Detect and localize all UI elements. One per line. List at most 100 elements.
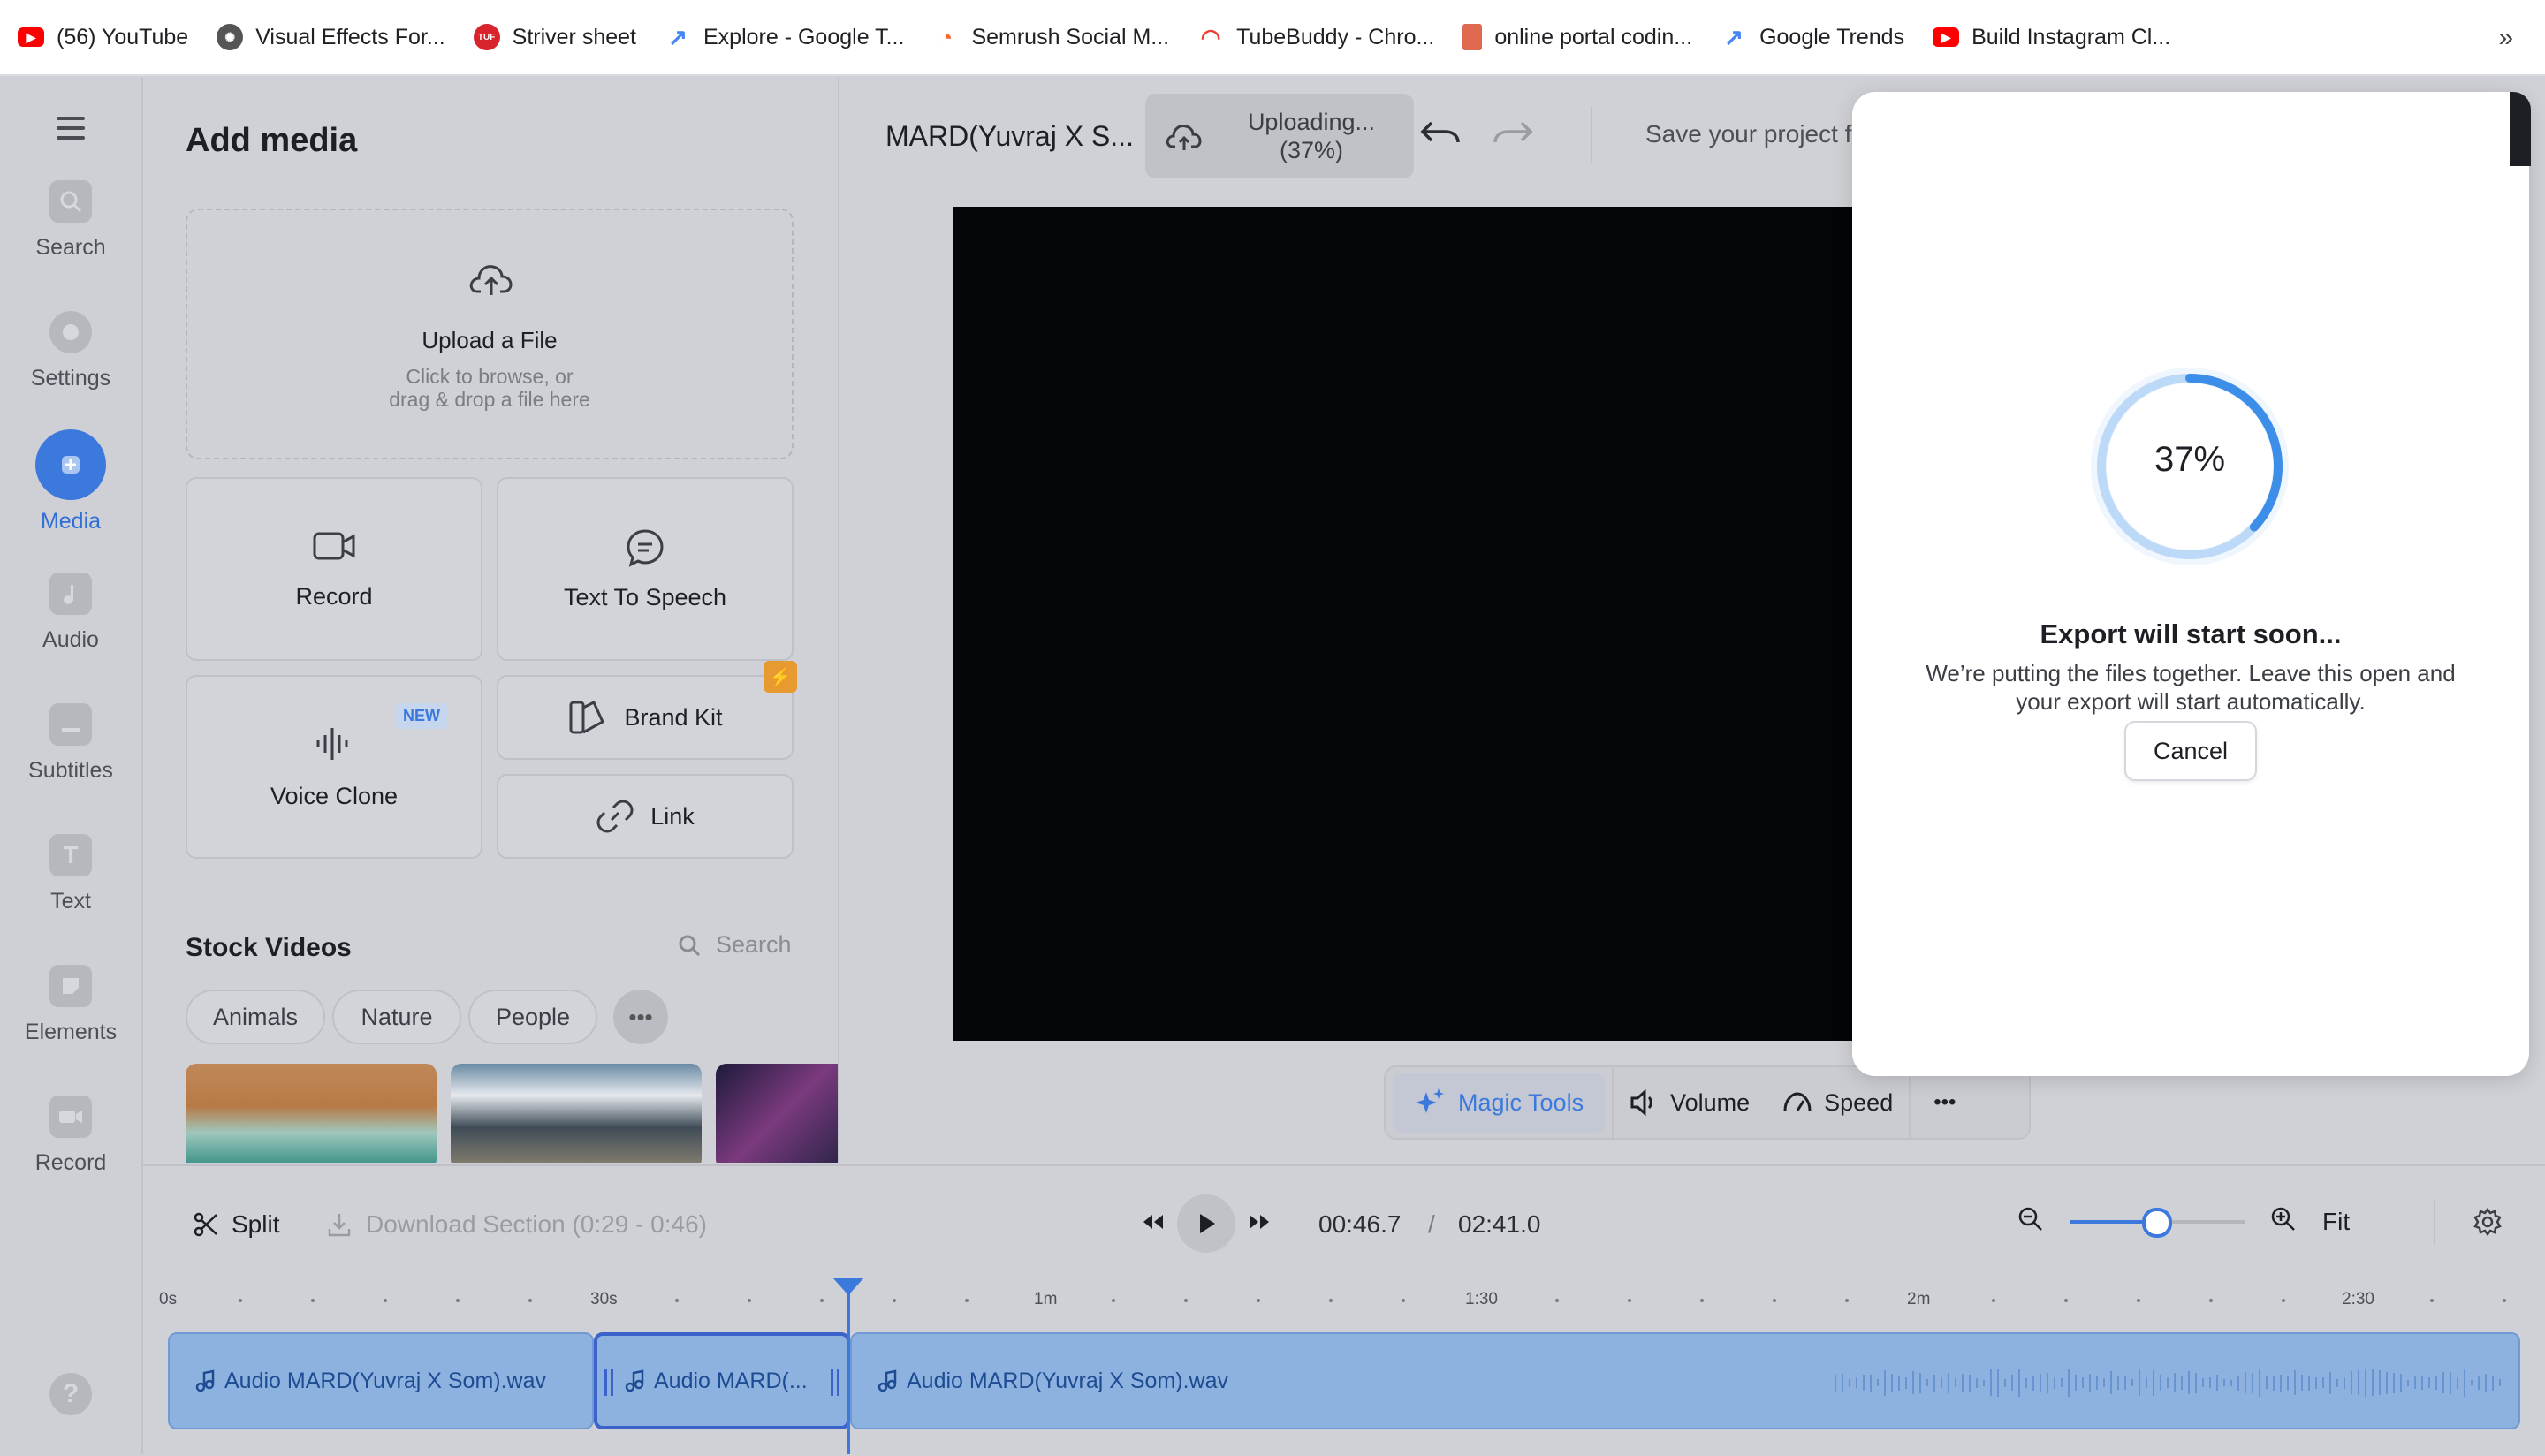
rewind-icon[interactable] <box>1140 1212 1166 1236</box>
record-card[interactable]: Record <box>186 477 482 661</box>
waveform-bar <box>2308 1375 2310 1391</box>
waveform-bar <box>2442 1372 2444 1393</box>
tuf-icon: TUF <box>473 24 500 50</box>
zoom-slider[interactable] <box>2070 1207 2245 1238</box>
chevron-double-right-icon[interactable]: » <box>2498 23 2513 53</box>
waveform-bar <box>2287 1375 2289 1391</box>
waveform-bar <box>1933 1374 1935 1392</box>
audio-clip[interactable]: Audio MARD(Yuvraj X Som).wav <box>850 1332 2520 1429</box>
more-options-icon[interactable]: ••• <box>1911 1073 1979 1133</box>
waveform-bar <box>1842 1373 1843 1392</box>
waveform-bar <box>2167 1377 2169 1388</box>
save-project-link[interactable]: Save your project f <box>1645 120 1851 148</box>
help-button[interactable]: ? <box>49 1373 92 1415</box>
undo-icon[interactable] <box>1419 113 1462 157</box>
stock-video-thumbnail[interactable] <box>451 1064 702 1163</box>
waveform-bar <box>1990 1369 1992 1396</box>
bookmark-youtube[interactable]: ▶ (56) YouTube <box>18 25 188 50</box>
chip-animals[interactable]: Animals <box>186 990 325 1044</box>
waveform-bar <box>2252 1372 2253 1393</box>
timeline-ruler[interactable]: 0s 30s 1m 1:30 2m 2:30 <box>143 1290 2545 1325</box>
play-button[interactable] <box>1177 1194 1235 1253</box>
waveform-bar <box>1835 1374 1836 1392</box>
cloud-upload-icon <box>469 265 513 295</box>
brand-kit-card[interactable]: ⚡ Brand Kit <box>497 661 797 760</box>
sidebar-item-settings[interactable]: Settings <box>0 311 141 391</box>
trends-icon: ↗ <box>1724 23 1744 50</box>
stock-video-thumbnail[interactable] <box>186 1064 437 1163</box>
cancel-button[interactable]: Cancel <box>2124 721 2257 781</box>
stock-search[interactable]: Search <box>677 931 792 959</box>
music-note-icon <box>195 1369 215 1392</box>
waveform-bar <box>2047 1372 2048 1393</box>
zoom-controls: Fit <box>2017 1205 2350 1238</box>
more-icon[interactable]: ••• <box>613 990 668 1044</box>
total-time: 02:41.0 <box>1458 1210 1541 1238</box>
bookmark-build-instagram[interactable]: ▶ Build Instagram Cl... <box>1933 25 2170 50</box>
upload-dropzone[interactable]: Upload a File Click to browse, or drag &… <box>186 209 794 459</box>
bookmark-striver-sheet[interactable]: TUF Striver sheet <box>473 24 636 50</box>
waveform-bar <box>2230 1379 2232 1386</box>
gear-icon[interactable] <box>2473 1207 2503 1241</box>
bookmark-google-trends[interactable]: ↗ Google Trends <box>1721 24 1904 50</box>
bookmark-google-trends-explore[interactable]: ↗ Explore - Google T... <box>665 24 904 50</box>
bookmark-online-portal[interactable]: online portal codin... <box>1462 24 1692 50</box>
download-section-button[interactable]: Download Section (0:29 - 0:46) <box>327 1210 707 1239</box>
subtitles-icon <box>49 703 92 746</box>
sidebar-item-media[interactable]: Media <box>0 429 141 535</box>
audio-clip[interactable]: Audio MARD(Yuvraj X Som).wav <box>168 1332 594 1429</box>
split-button[interactable]: Split <box>193 1210 279 1239</box>
waveform-bar <box>2435 1376 2437 1390</box>
trim-handle-left[interactable] <box>604 1369 613 1396</box>
video-preview[interactable] <box>953 207 1854 1041</box>
zoom-out-icon[interactable] <box>2017 1205 2045 1238</box>
zoom-slider-knob[interactable] <box>2142 1207 2172 1238</box>
project-name[interactable]: MARD(Yuvraj X S... <box>885 120 1134 153</box>
brand-kit-icon <box>569 700 605 734</box>
waveform-bar <box>1891 1373 1893 1392</box>
sidebar-item-subtitles[interactable]: Subtitles <box>0 703 141 784</box>
sidebar-item-elements[interactable]: Elements <box>0 965 141 1045</box>
redo-icon[interactable] <box>1492 113 1534 157</box>
audio-clip-selected[interactable]: Audio MARD(... <box>594 1332 850 1429</box>
zoom-in-icon[interactable] <box>2269 1205 2298 1238</box>
bookmark-semrush[interactable]: ◔ Semrush Social M... <box>932 23 1170 50</box>
magic-tools-button[interactable]: Magic Tools <box>1393 1073 1606 1133</box>
chip-people[interactable]: People <box>468 990 597 1044</box>
waveform-bar <box>1856 1377 1857 1388</box>
playhead[interactable] <box>847 1278 850 1454</box>
semrush-icon: ◔ <box>938 23 953 50</box>
stock-video-thumbnail[interactable] <box>716 1064 838 1163</box>
waveform-bar <box>1983 1379 1985 1386</box>
sidebar-item-search[interactable]: Search <box>0 180 141 261</box>
waveform-bar <box>2011 1375 2013 1391</box>
fit-button[interactable]: Fit <box>2322 1208 2350 1236</box>
fast-forward-icon[interactable] <box>1246 1212 1272 1236</box>
voice-clone-card[interactable]: NEW Voice Clone <box>186 675 482 859</box>
sidebar-item-record[interactable]: Record <box>0 1096 141 1176</box>
waveform-bar <box>2485 1373 2487 1392</box>
waveform-bar <box>2315 1376 2317 1389</box>
waveform-bar <box>2414 1376 2416 1389</box>
sidebar-item-audio[interactable]: Audio <box>0 573 141 653</box>
waveform-bar <box>2054 1376 2055 1389</box>
volume-button[interactable]: Volume <box>1614 1073 1766 1133</box>
export-description: We’re putting the files together. Leave … <box>1926 660 2456 715</box>
playback-controls <box>1140 1194 1272 1253</box>
youtube-icon: ▶ <box>1933 27 1960 47</box>
waveform-bar <box>2322 1377 2324 1388</box>
link-card[interactable]: Link <box>497 774 794 859</box>
search-icon <box>679 935 701 956</box>
hamburger-icon[interactable] <box>57 117 85 146</box>
chip-nature[interactable]: Nature <box>332 990 461 1044</box>
bookmark-tubebuddy[interactable]: ◠ TubeBuddy - Chro... <box>1197 24 1435 50</box>
bookmark-visual-effects[interactable]: ✺ Visual Effects For... <box>217 24 445 50</box>
speed-button[interactable]: Speed <box>1766 1073 1909 1133</box>
text-to-speech-card[interactable]: Text To Speech <box>497 477 794 661</box>
trim-handle-right[interactable] <box>831 1369 839 1396</box>
sidebar-item-text[interactable]: T Text <box>0 834 141 914</box>
waveform-bar <box>2018 1369 2020 1397</box>
video-camera-icon <box>313 532 355 559</box>
music-note-icon <box>49 573 92 615</box>
waveform-bar <box>2407 1379 2409 1386</box>
